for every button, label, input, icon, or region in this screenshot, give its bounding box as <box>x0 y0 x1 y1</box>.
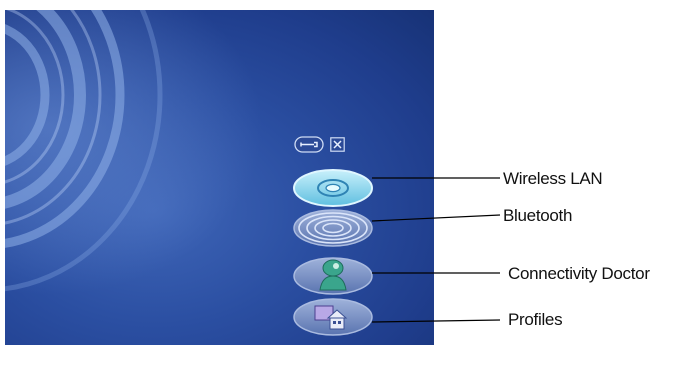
close-button[interactable] <box>330 137 345 152</box>
stage: Wireless LAN Bluetooth Connectivity Doct… <box>0 0 673 373</box>
bluetooth-label: Bluetooth <box>503 206 573 225</box>
bluetooth-button[interactable] <box>292 208 374 248</box>
connectivity-doctor-label: Connectivity Doctor <box>508 264 650 283</box>
desktop-screenshot <box>5 10 434 345</box>
profiles-house-icon <box>293 298 373 336</box>
wireless-lan-button[interactable] <box>292 168 374 208</box>
bluetooth-rings-icon <box>293 209 373 247</box>
profiles-button[interactable] <box>292 297 374 337</box>
wrench-icon <box>294 136 324 153</box>
doctor-icon <box>293 257 373 295</box>
close-icon <box>330 137 345 152</box>
wireless-lan-disc-icon <box>293 169 373 207</box>
wireless-lan-label: Wireless LAN <box>503 169 603 188</box>
profiles-label: Profiles <box>508 310 563 329</box>
settings-button[interactable] <box>294 136 324 153</box>
connectivity-doctor-button[interactable] <box>292 256 374 296</box>
